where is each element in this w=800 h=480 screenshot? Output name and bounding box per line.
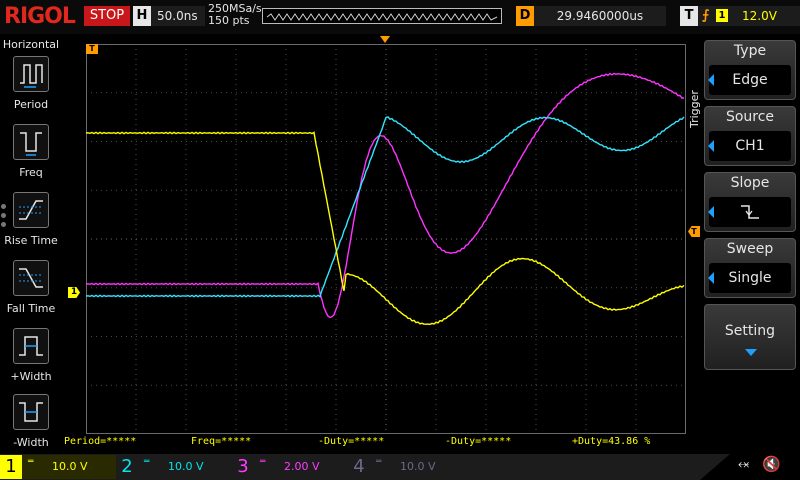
delay-readout[interactable]: 29.9460000us [534,6,666,26]
run-stop-button[interactable]: STOP [84,6,130,26]
menu-type[interactable]: Type Edge [704,40,796,100]
channel-1-button[interactable]: 1 ═ 10.0 V [0,455,116,479]
channel-3-button[interactable]: 3 ═ 2.00 V [232,455,348,479]
down-arrow-icon [745,349,757,356]
falling-edge-icon [709,197,791,227]
status-bar: RIGOL STOP H 50.0ns 250MSa/s 150 pts D 2… [0,0,800,34]
channel-number: 1 [0,455,22,479]
graticule [86,44,686,434]
plus-duty-result: +Duty=43.86 % [572,436,651,447]
memory-waveform-preview [266,13,498,21]
speaker-muted-icon[interactable]: 🔇 [762,455,781,473]
channel-scale: ═ 2.00 V [260,457,320,473]
delay-label: D [516,6,534,26]
trigger-level-marker[interactable]: T [688,226,700,237]
menu-title: Trigger [688,90,701,128]
menu-item-title: Type [733,43,767,59]
left-arrow-icon [708,74,714,86]
freq-result: Freq=***** [191,436,252,447]
period-icon [13,56,49,92]
rising-edge-icon: ⨍ [702,8,710,23]
dc-coupling-icon: ═ [28,457,34,467]
measure-label: +Width [10,370,52,383]
menu-item-title: Slope [730,175,770,191]
measure-label: Rise Time [4,234,58,247]
measure-label: Period [13,98,49,111]
measure-freq[interactable]: Freq [0,124,62,190]
memory-depth-bar [262,8,502,24]
channel-bar: 1 ═ 10.0 V 2 ═ 10.0 V 3 ═ 2.00 V 4 ═ 10.… [0,454,800,480]
trigger-level-readout: 12.0V [742,9,777,23]
period-result: Period=***** [64,436,137,447]
memory-points: 150 pts [208,14,250,27]
menu-item-title: Sweep [726,241,774,257]
channel-1-offset-marker[interactable]: 1 [68,287,80,298]
minus-duty-result: -Duty=***** [318,436,385,447]
channel-number: 3 [237,456,249,477]
trigger-position-marker[interactable] [380,36,390,43]
rise-time-icon [13,192,49,228]
measure-label: Freq [19,166,43,179]
fall-time-icon [13,260,49,296]
measure-label: Fall Time [6,302,56,315]
brand-logo: RIGOL [4,4,76,29]
acquisition-info: 250MSa/s 150 pts [208,3,262,27]
channel-4-button[interactable]: 4 ═ 10.0 V [348,455,464,479]
minus-width-icon [13,394,49,430]
menu-item-title: Source [725,109,775,125]
minus-duty-result-2: -Duty=***** [445,436,512,447]
measure-minus-width[interactable]: -Width [0,394,62,460]
trigger-time-marker[interactable]: T [86,44,98,54]
measurement-readout: Period=***** Freq=***** -Duty=***** -Dut… [64,436,684,450]
menu-slope[interactable]: Slope [704,172,796,232]
trigger-label: T [680,6,698,26]
menu-item-value: Edge [709,65,791,95]
channel-2-trace [86,116,685,298]
channel-scale: ═ 10.0 V [376,457,436,473]
channel-scale: ═ 10.0 V [28,457,88,473]
channel-2-button[interactable]: 2 ═ 10.0 V [116,455,232,479]
freq-icon [13,124,49,160]
left-arrow-icon [708,140,714,152]
dc-coupling-icon: ═ [260,457,266,467]
trigger-channel-badge: 1 [716,9,728,22]
menu-source[interactable]: Source CH1 [704,106,796,166]
time-scale-readout[interactable]: 50.0ns [151,6,205,26]
waveform-display[interactable] [86,44,686,434]
menu-item-value: CH1 [709,131,791,161]
horizontal-label: H [133,6,151,26]
channel-number: 2 [121,456,133,477]
plus-width-icon [13,328,49,364]
center-axes [86,44,686,434]
left-arrow-icon [708,206,714,218]
measure-fall-time[interactable]: Fall Time [0,260,62,326]
panel-title: Horizontal [2,38,60,51]
dc-coupling-icon: ═ [144,457,150,467]
menu-setting[interactable]: Setting [704,304,796,370]
usb-icon: ⬾ [738,456,750,472]
trigger-status[interactable]: ⨍ 1 12.0V [698,6,800,26]
menu-sweep[interactable]: Sweep Single [704,238,796,298]
channel-number: 4 [353,456,365,477]
channel-3-trace [86,72,685,319]
measure-label: -Width [13,436,49,449]
menu-item-title: Setting [724,323,776,339]
measure-rise-time[interactable]: Rise Time [0,192,62,258]
measurement-panel: Horizontal Period Freq Rise Time Fall Ti… [0,34,62,454]
measure-period[interactable]: Period [0,56,62,122]
status-corner [700,454,800,480]
measure-plus-width[interactable]: +Width [0,328,62,394]
menu-item-value: Single [709,263,791,293]
channel-scale: ═ 10.0 V [144,457,204,473]
dc-coupling-icon: ═ [376,457,382,467]
left-arrow-icon [708,272,714,284]
